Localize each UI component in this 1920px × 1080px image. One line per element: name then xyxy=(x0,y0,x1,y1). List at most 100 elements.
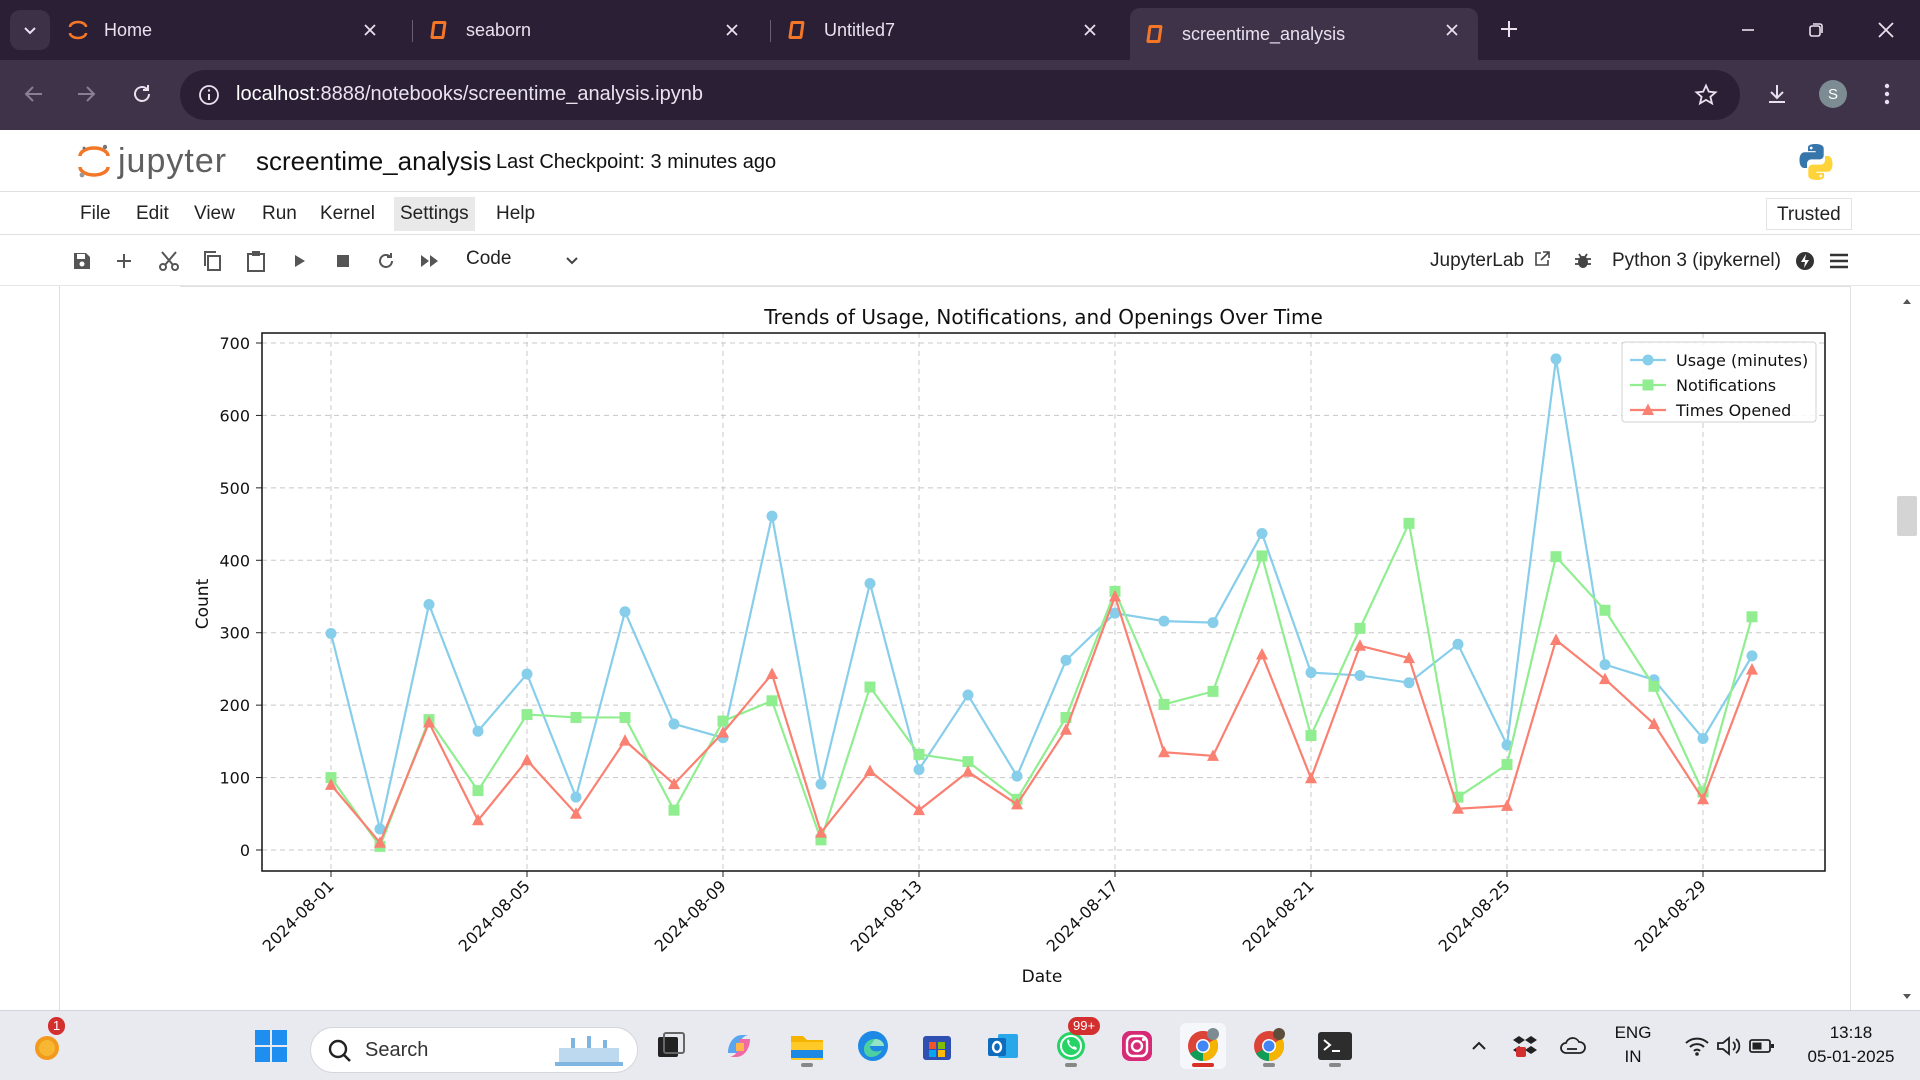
menu-run[interactable]: Run xyxy=(256,197,303,231)
data-point-square xyxy=(1648,680,1660,692)
chrome-profile-2-button[interactable] xyxy=(1246,1023,1292,1069)
tab-title: screentime_analysis xyxy=(1182,23,1346,44)
notebook-icon xyxy=(786,18,810,42)
debugger-button[interactable] xyxy=(1570,248,1596,274)
tab-home[interactable]: Home xyxy=(66,8,396,52)
back-button[interactable] xyxy=(16,76,52,112)
clock[interactable]: 13:18 05-01-2025 xyxy=(1792,1023,1910,1067)
tab-screentime-analysis[interactable]: screentime_analysis xyxy=(1130,8,1478,60)
trusted-indicator[interactable]: Trusted xyxy=(1766,198,1852,230)
interrupt-button[interactable] xyxy=(330,248,356,274)
whatsapp-button[interactable]: 99+ xyxy=(1048,1017,1101,1069)
search-placeholder: Search xyxy=(365,1039,429,1061)
menu-file[interactable]: File xyxy=(74,197,117,231)
notebook-title[interactable]: screentime_analysis xyxy=(256,146,492,177)
restore-button[interactable] xyxy=(1796,12,1836,48)
kernel-name[interactable]: Python 3 (ipykernel) xyxy=(1612,250,1781,272)
tab-search-button[interactable] xyxy=(10,10,50,50)
scrollbar-thumb[interactable] xyxy=(1897,496,1917,536)
tab-title: Home xyxy=(104,19,153,40)
data-point-circle xyxy=(962,689,974,701)
edge-button[interactable] xyxy=(850,1023,896,1069)
taskbar-search[interactable]: Search xyxy=(310,1027,638,1073)
chrome-profile-s-button[interactable] xyxy=(1180,1023,1226,1069)
data-point-circle xyxy=(472,725,484,737)
data-point-square xyxy=(1501,759,1513,771)
data-point-circle xyxy=(864,577,876,589)
new-tab-button[interactable] xyxy=(1494,14,1524,44)
tab-seaborn[interactable]: seaborn xyxy=(428,8,758,52)
data-point-circle xyxy=(1060,654,1072,666)
menu-help[interactable]: Help xyxy=(490,197,541,231)
tab-untitled7[interactable]: Untitled7 xyxy=(786,8,1116,52)
menu-view[interactable]: View xyxy=(188,197,241,231)
show-hidden-icons-button[interactable] xyxy=(1456,1023,1502,1069)
data-point-triangle xyxy=(1599,672,1611,685)
paste-icon xyxy=(247,251,265,272)
data-point-triangle xyxy=(521,753,533,766)
jupyterlab-link[interactable]: JupyterLab xyxy=(1430,250,1551,272)
terminal-button[interactable] xyxy=(1312,1023,1358,1069)
dropbox-tray-button[interactable] xyxy=(1502,1023,1548,1069)
scroll-up-arrow-icon[interactable] xyxy=(1900,294,1914,308)
notification-badge: 1 xyxy=(48,1017,66,1035)
task-view-button[interactable] xyxy=(648,1023,694,1069)
site-info-icon[interactable] xyxy=(196,82,222,108)
notebook-icon xyxy=(428,18,452,42)
language-indicator[interactable]: ENG IN xyxy=(1610,1023,1656,1067)
bookmark-star-icon[interactable] xyxy=(1692,81,1720,109)
data-point-triangle xyxy=(913,803,925,816)
data-point-square xyxy=(1746,611,1758,623)
outlook-button[interactable] xyxy=(980,1023,1026,1069)
store-icon xyxy=(923,1036,951,1060)
insert-cell-button[interactable] xyxy=(111,248,137,274)
chevron-down-icon[interactable] xyxy=(562,250,582,270)
y-tick-label: 500 xyxy=(219,479,250,498)
close-window-button[interactable] xyxy=(1866,12,1906,48)
cloud-sync-icon xyxy=(1560,1037,1586,1054)
menu-kernel[interactable]: Kernel xyxy=(314,197,381,231)
restart-kernel-button[interactable] xyxy=(373,248,399,274)
external-link-icon xyxy=(1535,251,1551,266)
downloads-button[interactable] xyxy=(1760,77,1794,111)
clock-time: 13:18 xyxy=(1829,1023,1873,1042)
cut-button[interactable] xyxy=(156,248,182,274)
profile-button[interactable]: S xyxy=(1816,77,1850,111)
data-point-circle xyxy=(619,606,631,618)
close-tab-icon[interactable] xyxy=(1440,18,1464,42)
file-explorer-button[interactable] xyxy=(784,1023,830,1069)
restart-run-all-button[interactable] xyxy=(417,248,443,274)
save-button[interactable] xyxy=(69,248,95,274)
running-indicator xyxy=(1065,1063,1077,1067)
close-tab-icon[interactable] xyxy=(1078,18,1102,42)
store-button[interactable] xyxy=(914,1023,960,1069)
start-button[interactable] xyxy=(248,1023,294,1069)
scroll-down-arrow-icon[interactable] xyxy=(1900,990,1914,1004)
copilot-button[interactable] xyxy=(716,1023,762,1069)
address-bar[interactable]: localhost:8888/notebooks/screentime_anal… xyxy=(180,70,1740,120)
forward-button[interactable] xyxy=(68,76,104,112)
minimize-button[interactable] xyxy=(1728,12,1768,48)
paste-button[interactable] xyxy=(243,248,269,274)
onedrive-tray-button[interactable] xyxy=(1550,1023,1596,1069)
menu-settings[interactable]: Settings xyxy=(394,197,475,231)
copy-button[interactable] xyxy=(199,248,225,274)
tab-separator xyxy=(412,20,413,42)
browser-menu-button[interactable] xyxy=(1870,77,1904,111)
cell-type-select[interactable]: Code xyxy=(466,248,511,270)
close-tab-icon[interactable] xyxy=(720,18,744,42)
jupyter-logo[interactable]: jupyter xyxy=(76,140,227,182)
quick-settings-button[interactable] xyxy=(1668,1023,1792,1069)
arrow-left-icon xyxy=(24,86,42,102)
data-point-circle xyxy=(1011,770,1023,782)
close-tab-icon[interactable] xyxy=(358,18,382,42)
run-button[interactable] xyxy=(286,248,312,274)
widgets-button[interactable]: 1 xyxy=(24,1017,70,1069)
notebook-menu-button[interactable] xyxy=(1826,248,1852,274)
menu-edit[interactable]: Edit xyxy=(130,197,175,231)
data-point-circle xyxy=(668,718,680,730)
reload-button[interactable] xyxy=(124,76,160,112)
y-tick-label: 200 xyxy=(219,696,250,715)
running-indicator xyxy=(801,1063,813,1067)
instagram-button[interactable] xyxy=(1114,1023,1160,1069)
